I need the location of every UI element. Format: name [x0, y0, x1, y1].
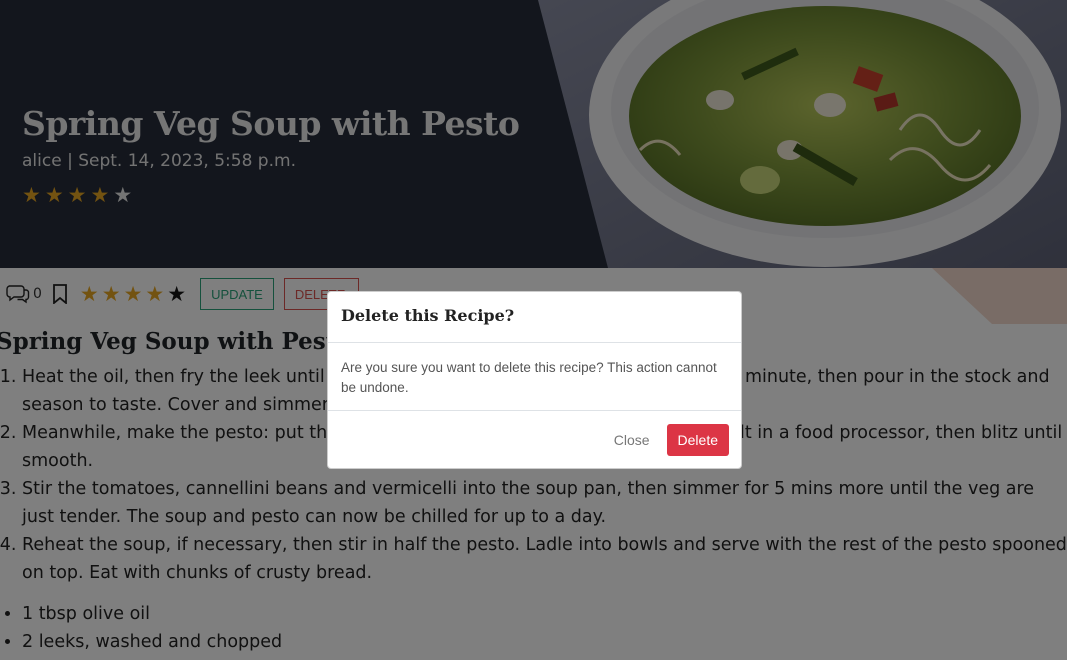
modal-title: Delete this Recipe?	[341, 306, 515, 325]
close-button[interactable]: Close	[614, 432, 650, 448]
delete-confirm-modal: Delete this Recipe? Are you sure you wan…	[327, 291, 742, 469]
modal-footer: Close Delete	[328, 411, 741, 468]
modal-header: Delete this Recipe?	[328, 292, 741, 343]
confirm-delete-button[interactable]: Delete	[666, 423, 729, 456]
modal-body: Are you sure you want to delete this rec…	[328, 343, 741, 411]
